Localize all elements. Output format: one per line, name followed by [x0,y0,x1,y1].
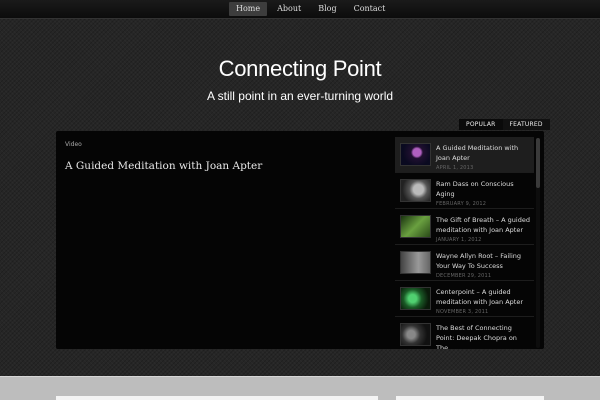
list-item[interactable]: The Gift of Breath – A guided meditation… [395,209,534,245]
video-thumbnail[interactable] [400,179,431,202]
site-title[interactable]: Connecting Point [0,56,600,82]
list-item-title[interactable]: Centerpoint – A guided meditation with J… [436,287,530,307]
top-navigation-bar: Home About Blog Contact [0,0,600,19]
list-item-title[interactable]: The Best of Connecting Point: Deepak Cho… [436,323,530,349]
list-item-date: FEBRUARY 9, 2012 [436,201,487,207]
list-scrollbar[interactable] [536,138,540,348]
video-category-label: Video [65,141,82,148]
video-thumbnail[interactable] [400,143,431,166]
scrollbar-thumb[interactable] [536,138,540,188]
site-tagline: A still point in an ever-turning world [206,89,394,103]
list-item[interactable]: Wayne Allyn Root – Failing Your Way To S… [395,245,534,281]
nav-about[interactable]: About [270,2,308,16]
list-item[interactable]: A Guided Meditation with Joan Apter APRI… [395,137,534,173]
footer-content-box [56,396,378,400]
footer-sidebar-box [396,396,544,400]
list-item-title[interactable]: A Guided Meditation with Joan Apter [436,143,530,163]
nav-blog[interactable]: Blog [311,2,343,16]
tab-featured[interactable]: FEATURED [502,119,550,130]
video-thumbnail[interactable] [400,215,431,238]
list-item-title[interactable]: Wayne Allyn Root – Failing Your Way To S… [436,251,530,271]
list-item-title[interactable]: Ram Dass on Conscious Aging [436,179,530,199]
list-item-date: APRIL 1, 2013 [436,165,474,171]
list-item-date: JANUARY 1, 2012 [436,237,482,243]
nav-contact[interactable]: Contact [347,2,393,16]
tab-popular[interactable]: POPULAR [459,119,503,130]
video-thumbnail[interactable] [400,287,431,310]
list-item-date: NOVEMBER 3, 2011 [436,309,489,315]
sidebar-tabs: POPULAR FEATURED [459,119,550,130]
video-list: A Guided Meditation with Joan Apter APRI… [395,137,534,349]
list-item[interactable]: Centerpoint – A guided meditation with J… [395,281,534,317]
list-item-title[interactable]: The Gift of Breath – A guided meditation… [436,215,530,235]
list-item[interactable]: Ram Dass on Conscious Aging FEBRUARY 9, … [395,173,534,209]
video-thumbnail[interactable] [400,251,431,274]
list-item[interactable]: The Best of Connecting Point: Deepak Cho… [395,317,534,349]
video-title[interactable]: A Guided Meditation with Joan Apter [65,160,262,172]
list-item-date: DECEMBER 29, 2011 [436,273,492,279]
main-nav: Home About Blog Contact [229,2,395,16]
nav-home[interactable]: Home [229,2,268,16]
video-thumbnail[interactable] [400,323,431,346]
